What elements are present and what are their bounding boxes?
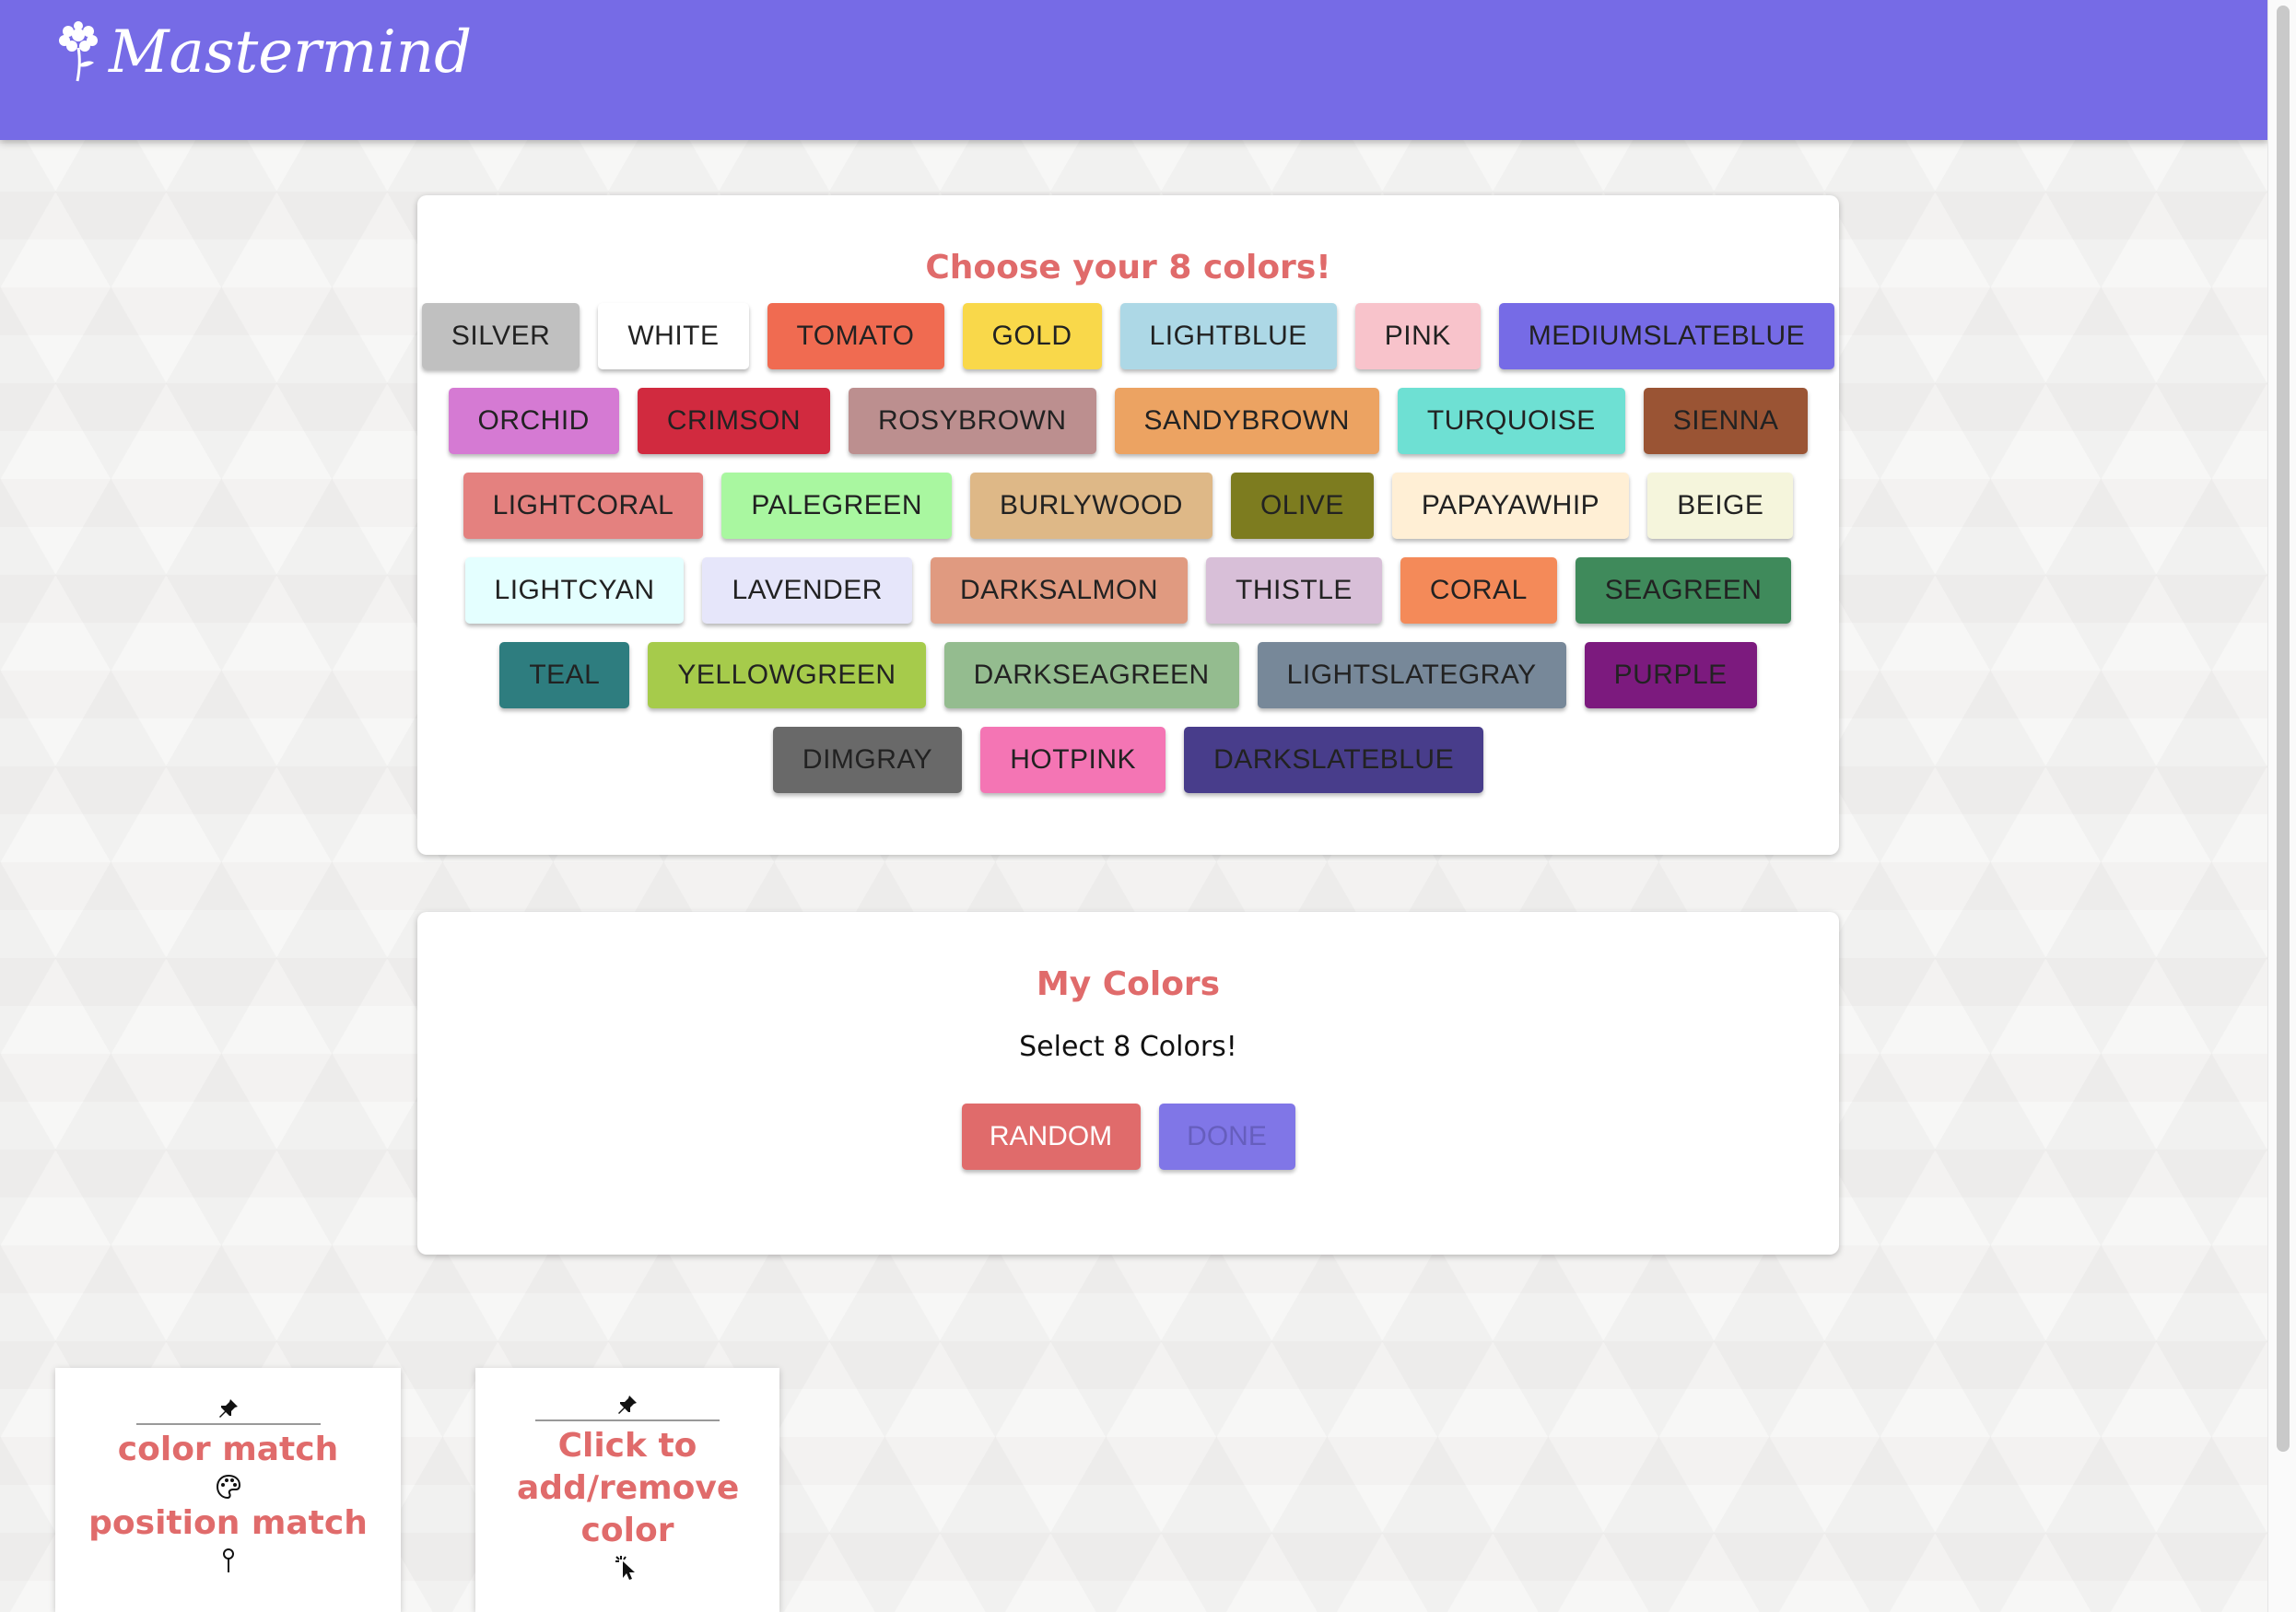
flower-logo-icon <box>59 21 98 82</box>
select-colors-instruction: Select 8 Colors! <box>1019 1031 1237 1063</box>
color-button-white[interactable]: WHITE <box>598 303 749 369</box>
map-pin-icon <box>222 1548 234 1572</box>
hint-note: Click to add/remove color <box>475 1368 779 1612</box>
note-divider <box>535 1419 720 1421</box>
my-colors-actions: RANDOM DONE <box>417 1104 1839 1170</box>
cursor-click-icon <box>615 1556 635 1580</box>
position-match-label: position match <box>88 1504 368 1542</box>
color-button-darksalmon[interactable]: DARKSALMON <box>930 557 1189 624</box>
color-row: ORCHID CRIMSON ROSYBROWN SANDYBROWN TURQUOIS… <box>448 388 1809 454</box>
app-header: Mastermind <box>0 0 2268 140</box>
color-row: LIGHTCYAN LAVENDER DARKSALMON THISTLE CORAL S… <box>464 557 1792 624</box>
my-colors-card: My Colors Select 8 Colors! RANDOM DONE <box>417 912 1839 1255</box>
color-button-burlywood[interactable]: BURLYWOOD <box>969 473 1212 539</box>
color-button-olive[interactable]: OLIVE <box>1230 473 1374 539</box>
done-button[interactable]: DONE <box>1158 1104 1295 1170</box>
note-divider <box>135 1423 321 1425</box>
legend-note: color match position match <box>55 1368 401 1612</box>
color-button-gold[interactable]: GOLD <box>962 303 1102 369</box>
color-button-sienna[interactable]: SIENNA <box>1643 388 1809 454</box>
color-button-dimgray[interactable]: DIMGRAY <box>772 727 963 793</box>
color-button-palegreen[interactable]: PALEGREEN <box>721 473 952 539</box>
color-button-darkseagreen[interactable]: DARKSEAGREEN <box>943 642 1239 708</box>
color-button-darkslateblue[interactable]: DARKSLATEBLUE <box>1184 727 1484 793</box>
color-button-pink[interactable]: PINK <box>1354 303 1481 369</box>
color-button-lavender[interactable]: LAVENDER <box>702 557 912 624</box>
color-button-yellowgreen[interactable]: YELLOWGREEN <box>648 642 926 708</box>
color-button-lightcoral[interactable]: LIGHTCORAL <box>463 473 704 539</box>
color-button-lightslategray[interactable]: LIGHTSLATEGRAY <box>1257 642 1566 708</box>
color-button-tomato[interactable]: TOMATO <box>767 303 944 369</box>
color-button-teal[interactable]: TEAL <box>499 642 630 708</box>
color-button-turquoise[interactable]: TURQUOISE <box>1397 388 1625 454</box>
pushpin-icon <box>618 1396 637 1414</box>
color-button-thistle[interactable]: THISTLE <box>1206 557 1382 624</box>
color-button-beige[interactable]: BEIGE <box>1647 473 1794 539</box>
app-logo[interactable]: Mastermind <box>53 18 472 87</box>
color-button-orchid[interactable]: ORCHID <box>448 388 619 454</box>
color-button-lightblue[interactable]: LIGHTBLUE <box>1119 303 1337 369</box>
pushpin-icon <box>218 1399 238 1418</box>
color-button-purple[interactable]: PURPLE <box>1584 642 1757 708</box>
color-button-crimson[interactable]: CRIMSON <box>637 388 831 454</box>
color-button-silver[interactable]: SILVER <box>421 303 580 369</box>
color-row: DIMGRAY HOTPINK DARKSLATEBLUE <box>772 727 1484 793</box>
palette-icon <box>216 1474 240 1500</box>
color-button-lightcyan[interactable]: LIGHTCYAN <box>464 557 685 624</box>
random-button[interactable]: RANDOM <box>961 1104 1141 1170</box>
choose-colors-title: Choose your 8 colors! <box>925 249 1331 286</box>
my-colors-title: My Colors <box>1036 965 1221 1003</box>
color-button-mediumslateblue[interactable]: MEDIUMSLATEBLUE <box>1498 303 1835 369</box>
color-match-label: color match <box>117 1431 339 1468</box>
color-button-coral[interactable]: CORAL <box>1400 557 1557 624</box>
color-row: TEAL YELLOWGREEN DARKSEAGREEN LIGHTSLATEGRA… <box>499 642 1757 708</box>
color-button-hotpink[interactable]: HOTPINK <box>980 727 1166 793</box>
scrollbar[interactable] <box>2267 0 2296 1612</box>
hint-text: Click to add/remove color <box>517 1427 740 1549</box>
scrollbar-thumb[interactable] <box>2277 6 2290 1452</box>
color-button-papayawhip[interactable]: PAPAYAWHIP <box>1391 473 1630 539</box>
color-grid: SILVER WHITE TOMATO GOLD LIGHTBLUE PINK MEDIUM… <box>417 303 1839 812</box>
color-button-seagreen[interactable]: SEAGREEN <box>1575 557 1792 624</box>
color-button-sandybrown[interactable]: SANDYBROWN <box>1114 388 1379 454</box>
app-title: Mastermind <box>109 18 473 87</box>
color-row: SILVER WHITE TOMATO GOLD LIGHTBLUE PINK MEDIUM… <box>421 303 1835 369</box>
color-picker-card: Choose your 8 colors! SILVER WHITE TOMATO G… <box>417 195 1839 855</box>
color-button-rosybrown[interactable]: ROSYBROWN <box>849 388 1096 454</box>
color-row: LIGHTCORAL PALEGREEN BURLYWOOD OLIVE PAPAYAW… <box>463 473 1794 539</box>
